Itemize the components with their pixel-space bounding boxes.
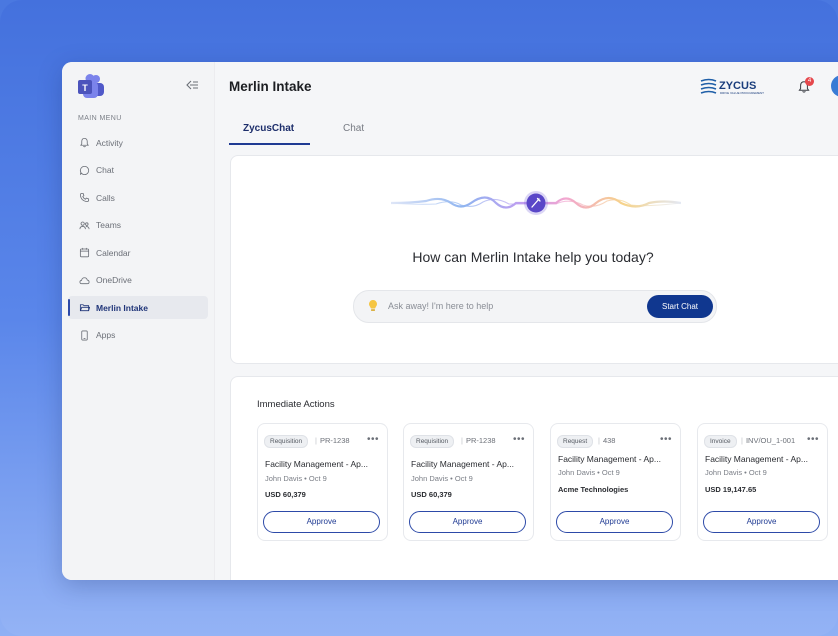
- separator: |: [461, 436, 463, 445]
- card-id: | PR-1238: [461, 436, 496, 445]
- sidebar-item-apps[interactable]: Apps: [68, 324, 208, 347]
- sidebar-item-label: Calls: [96, 192, 115, 203]
- card-meta: John Davis • Oct 9: [705, 468, 767, 477]
- sidebar-item-label: Merlin Intake: [96, 302, 148, 313]
- card-amount: USD 60,379: [411, 490, 452, 499]
- card-id: | PR-1238: [315, 436, 350, 445]
- avatar[interactable]: [831, 75, 838, 97]
- page-title: Merlin Intake: [229, 79, 312, 94]
- more-options-icon[interactable]: •••: [367, 434, 379, 445]
- chat-headline: How can Merlin Intake help you today?: [412, 249, 654, 265]
- card-supplier: Acme Technologies: [558, 485, 629, 494]
- action-card[interactable]: Requisition | PR-1238 ••• Facility Manage…: [403, 423, 534, 541]
- sidebar-item-calls[interactable]: Calls: [68, 186, 208, 209]
- active-tab-indicator: [229, 143, 310, 145]
- action-card[interactable]: Requisition | PR-1238 ••• Facility Manage…: [257, 423, 388, 541]
- card-title: Facility Management - Ap...: [705, 454, 808, 464]
- card-type-badge: Requisition: [264, 435, 309, 448]
- sidebar-item-label: Chat: [96, 165, 114, 175]
- folder-icon: [79, 304, 90, 312]
- card-meta: John Davis • Oct 9: [411, 474, 473, 483]
- notification-badge: 4: [805, 77, 814, 86]
- cloud-icon: [79, 276, 90, 284]
- sidebar-item-teams[interactable]: Teams: [68, 214, 208, 237]
- sidebar-item-onedrive[interactable]: OneDrive: [68, 269, 208, 292]
- card-meta: John Davis • Oct 9: [265, 474, 327, 483]
- immediate-actions-heading: Immediate Actions: [257, 399, 335, 410]
- immediate-actions-panel: Immediate Actions Requisition | PR-1238 •…: [230, 376, 838, 580]
- main-menu-heading: MAIN MENU: [78, 115, 122, 122]
- action-card[interactable]: Request | 438 ••• Facility Management - A…: [550, 423, 681, 541]
- tab-chat[interactable]: Chat: [343, 123, 364, 134]
- sidebar-nav: Activity Chat Calls Teams Calendar OneDr…: [68, 131, 208, 351]
- card-id: | INV/OU_1-001: [741, 436, 795, 445]
- card-amount: USD 60,379: [265, 490, 306, 499]
- action-card[interactable]: Invoice | INV/OU_1-001 ••• Facility Manag…: [697, 423, 828, 541]
- card-type-badge: Invoice: [704, 435, 737, 448]
- separator: |: [598, 436, 600, 445]
- sidebar-item-calendar[interactable]: Calendar: [68, 241, 208, 264]
- separator: |: [741, 436, 743, 445]
- calendar-icon: [79, 247, 90, 258]
- sidebar-item-activity[interactable]: Activity: [68, 131, 208, 154]
- sidebar-item-chat[interactable]: Chat: [68, 159, 208, 182]
- card-id-text: PR-1238: [319, 436, 350, 445]
- separator: |: [315, 436, 317, 445]
- more-options-icon[interactable]: •••: [513, 434, 525, 445]
- chat-panel: How can Merlin Intake help you today? St…: [230, 155, 838, 364]
- card-title: Facility Management - Ap...: [411, 459, 514, 469]
- start-chat-button[interactable]: Start Chat: [647, 295, 713, 318]
- approve-button[interactable]: Approve: [556, 511, 673, 533]
- approve-button[interactable]: Approve: [703, 511, 820, 533]
- phone-icon: [79, 192, 90, 203]
- chat-bubble-icon: [79, 165, 90, 175]
- more-options-icon[interactable]: •••: [807, 434, 819, 445]
- chat-input-bar: Start Chat: [353, 290, 717, 323]
- card-id-text: PR-1238: [465, 436, 496, 445]
- svg-text:T: T: [82, 83, 88, 93]
- main-area: Merlin Intake ZYCUS DRIVE VALUE PROCUREM…: [215, 62, 838, 580]
- sidebar-item-label: Teams: [96, 220, 122, 230]
- sidebar-item-label: Activity: [96, 137, 123, 148]
- card-type-badge: Requisition: [410, 435, 455, 448]
- approve-button[interactable]: Approve: [409, 511, 526, 533]
- teams-logo-icon[interactable]: T: [76, 73, 106, 99]
- brand-tagline: DRIVE VALUE PROCUREMENT: [720, 91, 764, 95]
- card-id-text: 438: [602, 436, 616, 445]
- sidebar-item-label: Calendar: [96, 247, 131, 258]
- lightbulb-icon: [369, 300, 377, 311]
- people-icon: [79, 221, 90, 229]
- card-title: Facility Management - Ap...: [558, 454, 661, 464]
- sidebar-item-merlin-intake[interactable]: Merlin Intake: [68, 296, 208, 319]
- card-id-text: INV/OU_1-001: [745, 436, 796, 445]
- merlin-wave-icon: [391, 191, 681, 215]
- more-options-icon[interactable]: •••: [660, 434, 672, 445]
- card-amount: USD 19,147.65: [705, 485, 757, 494]
- card-meta: John Davis • Oct 9: [558, 468, 620, 477]
- device-icon: [81, 330, 88, 340]
- collapse-sidebar-icon[interactable]: [186, 80, 198, 90]
- sidebar-item-label: OneDrive: [96, 275, 132, 285]
- tab-zycuschat[interactable]: ZycusChat: [243, 123, 294, 134]
- bell-icon: [80, 137, 89, 148]
- card-type-badge: Request: [557, 435, 594, 448]
- chat-input[interactable]: [388, 297, 628, 315]
- app-window: T MAIN MENU Activity Chat Calls Teams Ca…: [62, 62, 838, 580]
- sidebar: T MAIN MENU Activity Chat Calls Teams Ca…: [62, 62, 215, 580]
- approve-button[interactable]: Approve: [263, 511, 380, 533]
- card-title: Facility Management - Ap...: [265, 459, 368, 469]
- card-id: | 438: [598, 436, 615, 445]
- zycus-logo-icon: ZYCUS DRIVE VALUE PROCUREMENT: [700, 78, 764, 95]
- sidebar-item-label: Apps: [96, 330, 116, 340]
